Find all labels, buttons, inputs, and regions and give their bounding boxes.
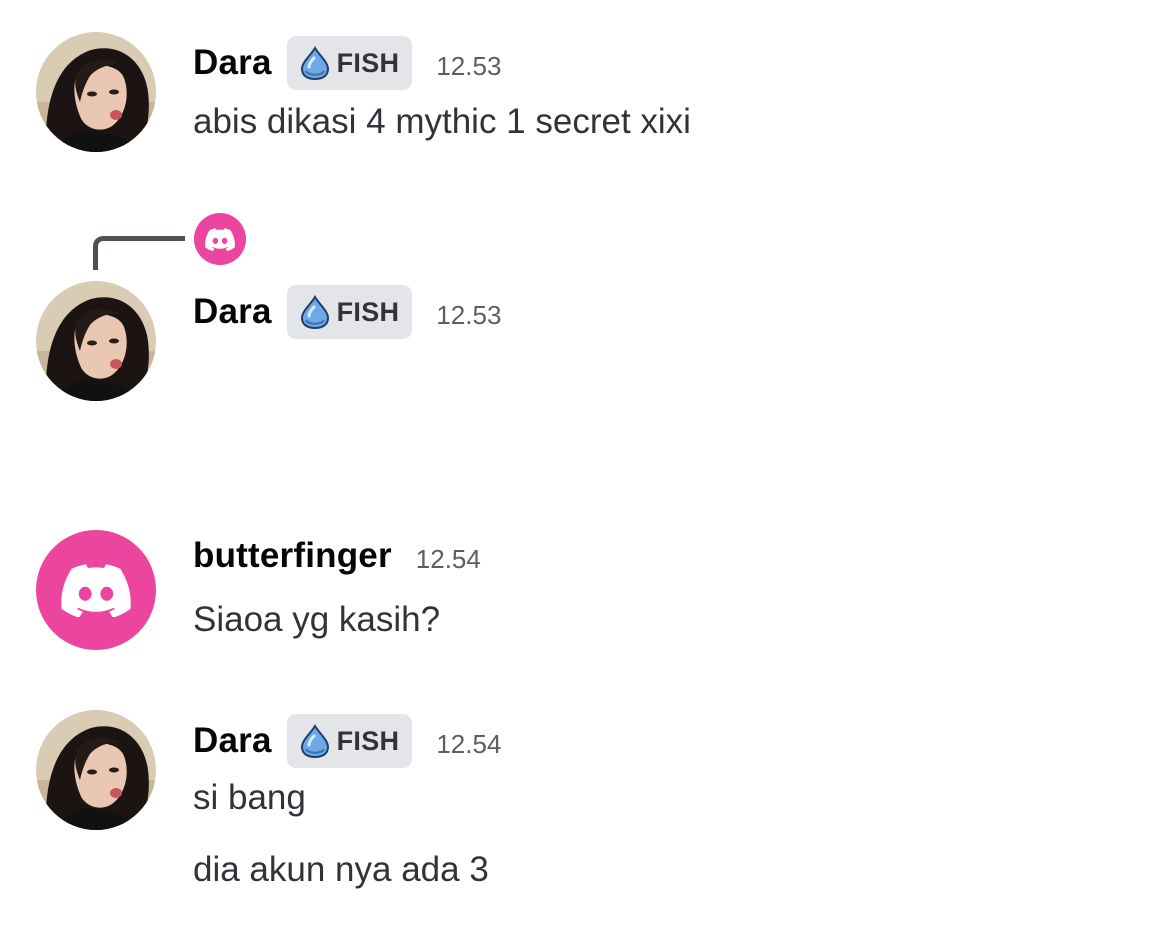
discord-logo-icon (61, 564, 131, 617)
message-text: si bang (193, 778, 306, 817)
role-tag[interactable]: FISH (286, 36, 413, 90)
user-avatar[interactable] (36, 281, 156, 401)
username[interactable]: Dara (193, 292, 272, 332)
reply-spine (93, 236, 185, 270)
role-tag[interactable]: FISH (286, 285, 413, 339)
message-1: Dara FISH 12.53 abis dikasi 4 mythic 1 s… (0, 0, 1170, 170)
message-header: butterfinger 12.54 (193, 536, 481, 576)
username[interactable]: butterfinger (193, 536, 392, 576)
role-tag-label: FISH (336, 47, 400, 78)
message-header: Dara FISH 12.53 (193, 36, 501, 90)
username[interactable]: Dara (193, 721, 272, 761)
user-photo-avatar (36, 710, 156, 830)
user-avatar[interactable] (36, 710, 156, 830)
message-3: butterfinger 12.54 Siaoa yg kasih? (0, 520, 1170, 670)
username[interactable]: Dara (193, 43, 272, 83)
user-photo-avatar (36, 281, 156, 401)
timestamp: 12.54 (436, 728, 502, 759)
message-4: Dara FISH 12.54 si bang dia akun nya ada… (0, 700, 1170, 936)
user-avatar[interactable] (36, 32, 156, 152)
user-avatar[interactable] (36, 530, 156, 650)
timestamp: 12.53 (436, 299, 502, 330)
discord-logo-icon (205, 228, 235, 251)
role-tag[interactable]: FISH (286, 714, 413, 768)
user-photo-avatar (36, 32, 156, 152)
timestamp: 12.53 (436, 50, 502, 81)
message-text: abis dikasi 4 mythic 1 secret xixi (193, 102, 691, 141)
message-text: dia akun nya ada 3 (193, 850, 489, 889)
water-drop-icon (297, 45, 333, 81)
timestamp: 12.54 (415, 543, 481, 574)
water-drop-icon (297, 723, 333, 759)
message-header: Dara FISH 12.53 (193, 285, 501, 339)
message-header: Dara FISH 12.54 (193, 714, 501, 768)
message-text: Siaoa yg kasih? (193, 600, 441, 639)
message-2: Dara FISH 12.53 (0, 270, 1170, 440)
water-drop-icon (297, 294, 333, 330)
role-tag-label: FISH (336, 725, 400, 756)
role-tag-label: FISH (336, 296, 400, 327)
reply-avatar[interactable] (194, 213, 246, 265)
